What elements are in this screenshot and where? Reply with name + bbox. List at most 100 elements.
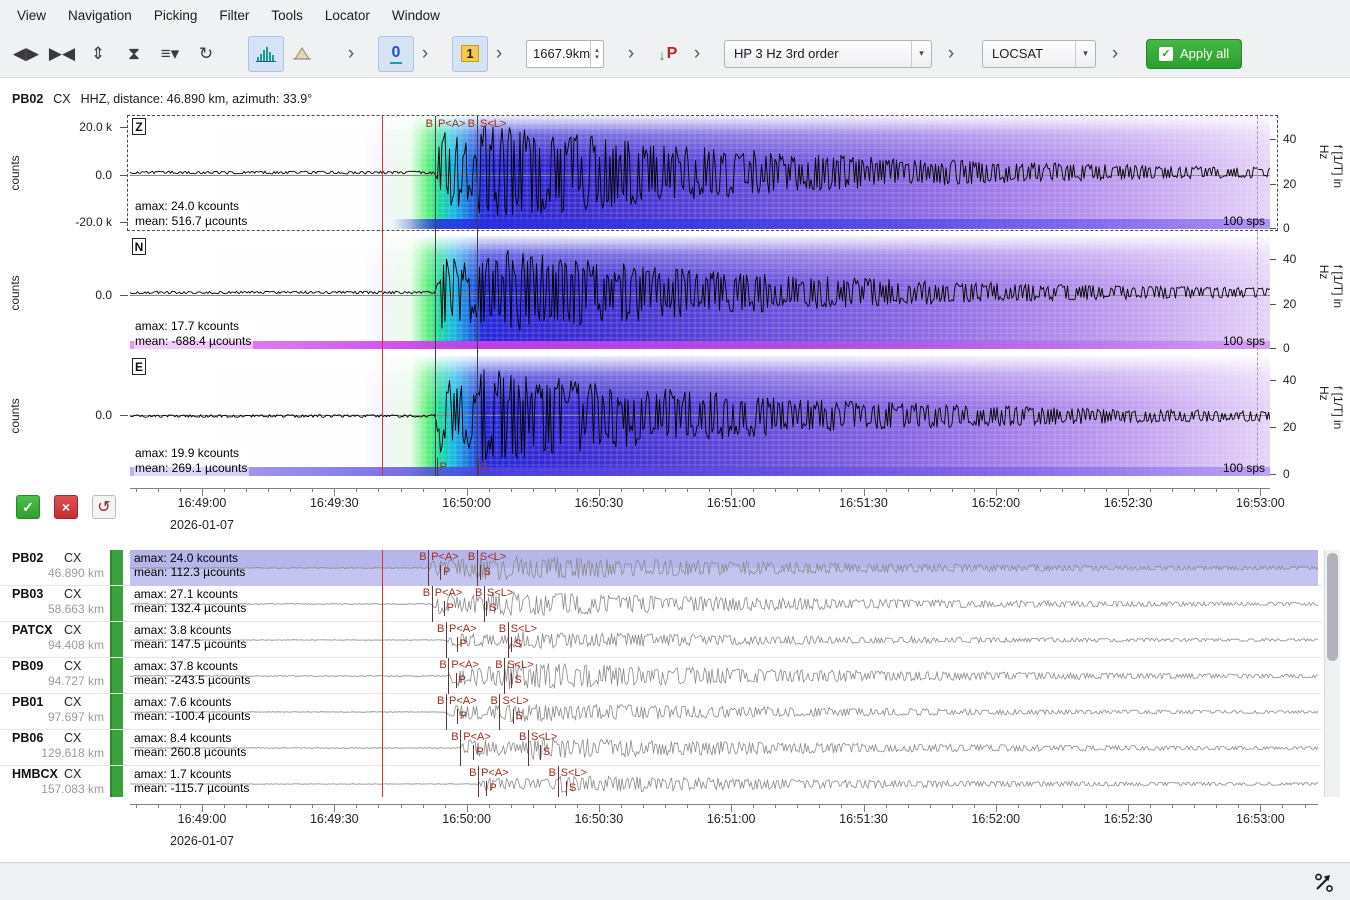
theoretical-arrival-line — [473, 745, 474, 760]
sps-label: 100 sps — [1223, 461, 1265, 475]
station-network: CX — [64, 587, 81, 601]
group-expand-arrow-1[interactable]: › — [340, 36, 362, 72]
station-amax: amax: 1.7 kcounts — [134, 767, 249, 781]
pick-line[interactable] — [446, 694, 447, 730]
station-row[interactable]: PB02 CX 46.890 km amax: 24.0 kcounts mea… — [0, 550, 1322, 586]
station-distance: 46.890 km — [48, 566, 104, 580]
freq-axis-label: f [1/T] in Hz — [1317, 386, 1345, 446]
spinner-arrows-icon[interactable]: ▴▾ — [590, 41, 603, 67]
pick-line[interactable] — [504, 658, 505, 694]
time-axis-top[interactable]: 16:49:0016:49:3016:50:0016:50:3016:51:00… — [0, 480, 1350, 542]
fit-amplitudes-button[interactable]: ◀▶ — [8, 36, 44, 72]
menu-window[interactable]: Window — [381, 4, 451, 27]
scrollbar-thumb[interactable] — [1327, 553, 1338, 661]
theoretical-arrival-line — [440, 565, 441, 580]
distance-spinner[interactable]: 1667.9km ▴▾ — [526, 40, 604, 68]
align-first-arrival-button[interactable]: 1 — [452, 36, 488, 72]
pick-line[interactable] — [478, 766, 479, 797]
station-row[interactable]: PB06 CX 129.618 km amax: 8.4 kcounts mea… — [0, 730, 1322, 766]
group-expand-arrow-5[interactable]: › — [686, 36, 708, 72]
menu-picking[interactable]: Picking — [143, 4, 209, 27]
station-distance: 157.083 km — [41, 782, 104, 796]
pick-line[interactable] — [558, 766, 559, 797]
menu-locator[interactable]: Locator — [314, 4, 381, 27]
menu-filter[interactable]: Filter — [208, 4, 260, 27]
normalize-amplitudes-button[interactable]: ▶◀ — [44, 36, 80, 72]
restore-view-button[interactable]: ↻ — [188, 36, 224, 72]
station-trace[interactable]: amax: 8.4 kcounts mean: 260.8 µcounts BP… — [130, 730, 1318, 766]
channel-panel-z[interactable]: Z amax: 24.0 kcounts mean: 516.7 µcounts… — [130, 116, 1270, 229]
filter-value: HP 3 Hz 3rd order — [734, 46, 839, 61]
pick-line[interactable] — [428, 550, 429, 586]
pick-flag: B — [549, 767, 556, 779]
theoretical-arrival-label: P — [489, 782, 496, 794]
pick-line[interactable] — [477, 550, 478, 586]
pick-line[interactable] — [528, 730, 529, 766]
pick-line[interactable] — [435, 116, 436, 476]
station-row[interactable]: PB09 CX 94.727 km amax: 37.8 kcounts mea… — [0, 658, 1322, 694]
station-distance: 129.618 km — [41, 746, 104, 760]
locator-value: LOCSAT — [992, 46, 1043, 61]
station-trace[interactable]: amax: 37.8 kcounts mean: -243.5 µcounts … — [130, 658, 1318, 694]
align-origin-time-button[interactable]: 0 — [378, 36, 414, 72]
sort-by-distance-button[interactable]: ≡▾ — [152, 36, 188, 72]
station-row[interactable]: HMBCX CX 157.083 km amax: 1.7 kcounts me… — [0, 766, 1322, 797]
channel-tag-e: E — [132, 358, 146, 375]
pick-label: P<A> — [481, 767, 509, 779]
apply-all-button[interactable]: ✓ Apply all — [1146, 39, 1242, 69]
origin-time-line — [382, 116, 383, 476]
menu-tools[interactable]: Tools — [260, 4, 314, 27]
e-freq-axis: 40 20 0 f [1/T] in Hz — [1270, 356, 1348, 476]
pick-line[interactable] — [460, 730, 461, 766]
group-expand-arrow-6[interactable]: › — [940, 36, 962, 72]
locator-dropdown[interactable]: LOCSAT ▾ — [982, 40, 1096, 68]
filter-cone-button[interactable] — [284, 36, 320, 72]
channel-panel-e[interactable]: E amax: 19.9 kcounts mean: 269.1 µcounts… — [130, 356, 1270, 476]
horizontal-expand-icon: ◀▶ — [13, 44, 39, 64]
theoretical-arrival-line — [511, 637, 512, 652]
time-axis-bottom[interactable]: 16:49:0016:49:3016:50:0016:50:3016:51:00… — [0, 800, 1350, 862]
pick-line[interactable] — [484, 586, 485, 622]
pick-line[interactable] — [432, 586, 433, 622]
group-expand-arrow-2[interactable]: › — [414, 36, 436, 72]
cone-icon — [293, 46, 311, 62]
theoretical-arrival-line — [478, 458, 479, 476]
menu-navigation[interactable]: Navigation — [57, 4, 143, 27]
scroll-traces-button[interactable]: ⇕ — [80, 36, 116, 72]
pick-flag: B — [490, 695, 497, 707]
trace-header: PB02CXHHZ, distance: 46.890 km, azimuth:… — [12, 92, 312, 106]
station-row[interactable]: PATCX CX 94.408 km amax: 3.8 kcounts mea… — [0, 622, 1322, 658]
channel-panel-n[interactable]: N amax: 17.7 kcounts mean: -688.4 µcount… — [130, 236, 1270, 349]
menu-view[interactable]: View — [6, 4, 57, 27]
pick-line[interactable] — [448, 658, 449, 694]
station-trace[interactable]: amax: 1.7 kcounts mean: -115.7 µcounts B… — [130, 766, 1318, 797]
origin-time-line-list — [382, 550, 383, 797]
amax-label: amax: 19.9 kcounts — [134, 447, 249, 462]
fix-amplitude-range-button[interactable]: ⧗ — [116, 36, 152, 72]
pick-label: P<A> — [438, 118, 466, 130]
pick-line[interactable] — [477, 116, 478, 476]
y-tick-label: 0.0 — [95, 168, 112, 182]
spectrogram-toggle-button[interactable] — [248, 36, 284, 72]
station-trace[interactable]: amax: 27.1 kcounts mean: 132.4 µcounts B… — [130, 586, 1318, 622]
station-row[interactable]: PB01 CX 97.697 km amax: 7.6 kcounts mean… — [0, 694, 1322, 730]
freq-tick-label: 40 — [1283, 132, 1296, 146]
pick-line[interactable] — [499, 694, 500, 730]
pick-line[interactable] — [446, 622, 447, 658]
scrollbar-track[interactable] — [1324, 550, 1340, 797]
y-tick-label: 20.0 k — [79, 120, 112, 134]
freq-tick-label: 20 — [1283, 177, 1296, 191]
group-expand-arrow-7[interactable]: › — [1104, 36, 1126, 72]
group-expand-arrow-3[interactable]: › — [488, 36, 510, 72]
pick-line[interactable] — [508, 622, 509, 658]
station-trace[interactable]: amax: 24.0 kcounts mean: 112.3 µcounts B… — [130, 550, 1318, 586]
station-trace[interactable]: amax: 7.6 kcounts mean: -100.4 µcounts B… — [130, 694, 1318, 730]
filter-dropdown[interactable]: HP 3 Hz 3rd order ▾ — [724, 40, 932, 68]
station-trace[interactable]: amax: 3.8 kcounts mean: 147.5 µcounts BP… — [130, 622, 1318, 658]
theoretical-arrival-label: P — [460, 638, 467, 650]
scale-percent-icon[interactable] — [1312, 870, 1336, 894]
rotate-icon: ↻ — [199, 44, 213, 64]
station-row[interactable]: PB03 CX 58.663 km amax: 27.1 kcounts mea… — [0, 586, 1322, 622]
group-expand-arrow-4[interactable]: › — [620, 36, 642, 72]
pick-p-phase-button[interactable]: ↓P — [650, 36, 686, 72]
